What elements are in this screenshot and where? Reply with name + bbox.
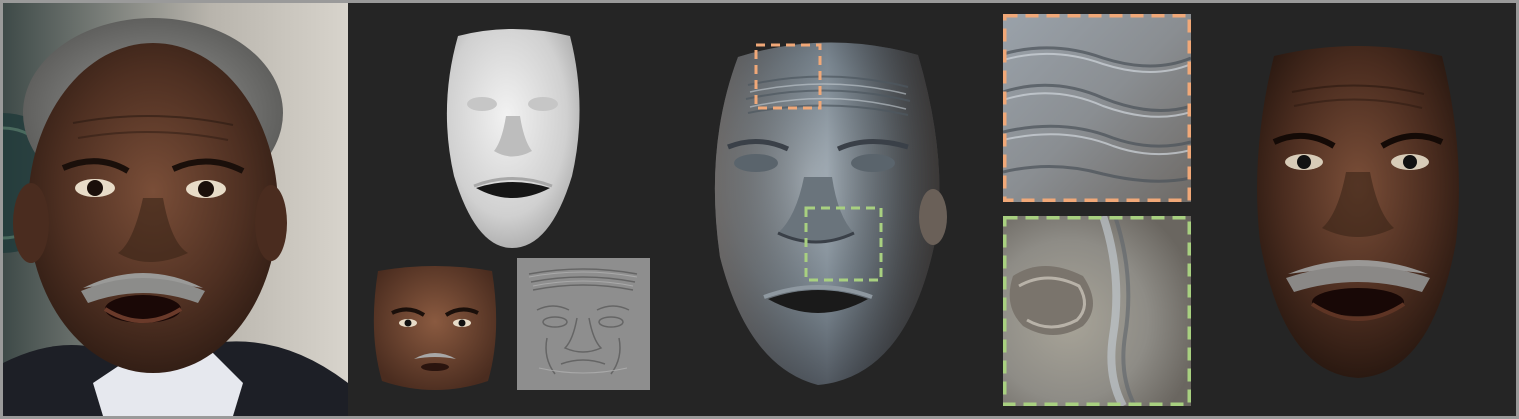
method-figure [0, 0, 1519, 419]
final-render [1252, 42, 1464, 382]
zoom-nose [1003, 216, 1191, 406]
input-photo [3, 3, 348, 416]
displacement-map [517, 258, 650, 390]
coarse-geometry [440, 26, 585, 251]
zoom-forehead [1003, 14, 1191, 202]
albedo-texture [370, 263, 500, 395]
detailed-geometry [708, 37, 953, 387]
